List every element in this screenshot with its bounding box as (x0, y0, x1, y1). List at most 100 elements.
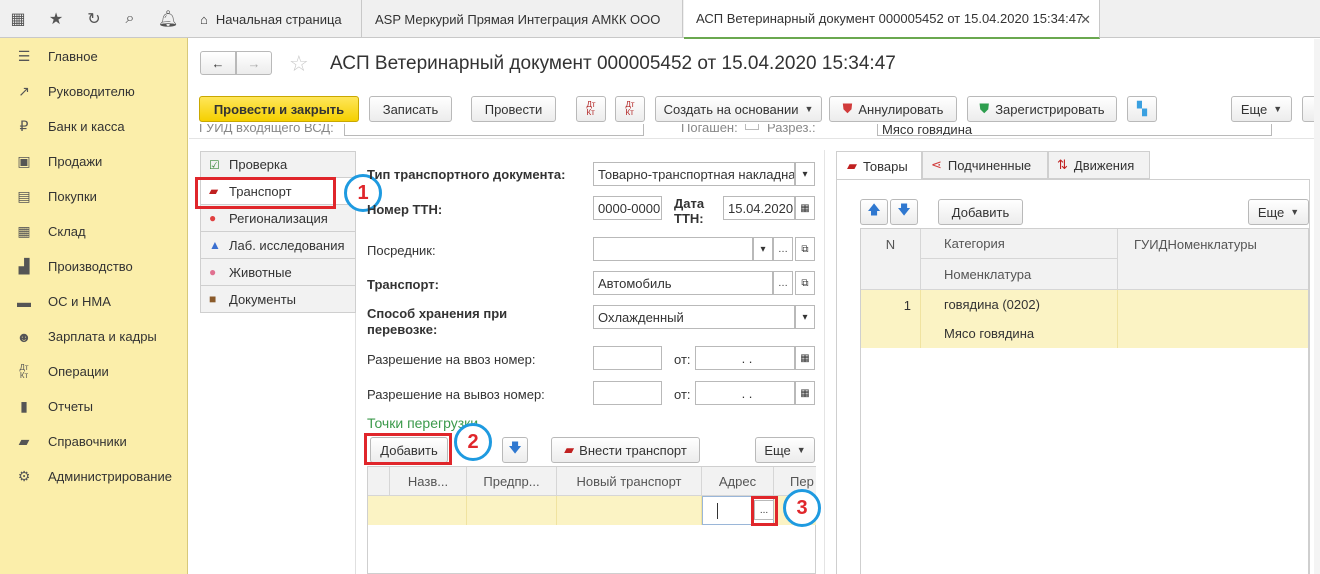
bell-icon[interactable]: 🔔︎ (150, 0, 186, 38)
panel-splitter[interactable] (824, 150, 825, 574)
transport-field[interactable]: Автомобиль (593, 271, 773, 295)
post-and-close-button[interactable]: Провести и закрыть (199, 96, 359, 122)
column-new-transport-header[interactable]: Новый транспорт (557, 467, 702, 496)
row-guid-cell[interactable] (1118, 290, 1308, 348)
favorite-star-icon[interactable]: ☆ (289, 51, 309, 77)
sidebar-item-assets[interactable]: ▬ ОС и НМА (0, 284, 188, 319)
ttn-date-field[interactable]: 15.04.2020 (723, 196, 795, 220)
paid-checkbox[interactable] (745, 124, 759, 130)
sidebar-item-sales[interactable]: ▣ Продажи (0, 144, 188, 179)
reload-more-button[interactable]: Еще ▼ (755, 437, 815, 463)
sections-divider (355, 313, 356, 574)
intermediary-select-button[interactable]: … (773, 237, 793, 261)
move-up-icon[interactable]: 🡅︎ (860, 199, 888, 225)
create-based-on-button[interactable]: Создать на основании ▼ (655, 96, 822, 122)
page-scrollbar[interactable] (1314, 39, 1320, 574)
sidebar-item-operations[interactable]: Дт Кт Операции (0, 354, 188, 389)
calendar-icon[interactable]: ▦ (795, 381, 815, 405)
sidebar-item-label: Производство (48, 259, 133, 274)
column-enterprise-header[interactable]: Предпр... (467, 467, 557, 496)
table-cell[interactable] (390, 496, 467, 525)
column-category-header[interactable]: Категория (921, 229, 1118, 259)
close-icon[interactable]: ✕ (1080, 12, 1091, 28)
sidebar-item-catalogs[interactable]: ▰ Справочники (0, 424, 188, 459)
row-category-cell[interactable]: говядина (0202) (921, 290, 1118, 319)
forward-button[interactable]: → (236, 51, 272, 75)
sidebar-item-production[interactable]: ▟ Производство (0, 249, 188, 284)
add-transport-button[interactable]: ▰ Внести транспорт (551, 437, 700, 463)
import-from-label: от: (674, 352, 691, 367)
save-button[interactable]: Записать (369, 96, 452, 122)
sidebar-item-reports[interactable]: ▮ Отчеты (0, 389, 188, 424)
sidebar-item-admin[interactable]: ⚙ Администрирование (0, 459, 188, 494)
sidebar-item-director[interactable]: ↗ Руководителю (0, 74, 188, 109)
sidebar-item-salary[interactable]: ☻ Зарплата и кадры (0, 319, 188, 354)
ttn-date-label: Дата ТТН: (674, 196, 705, 226)
more-button[interactable]: Еще ▼ (1231, 96, 1292, 122)
calendar-icon[interactable]: ▦ (795, 196, 815, 220)
back-button[interactable]: ← (200, 51, 236, 75)
dt-kt-icon: Дт Кт (19, 362, 29, 380)
history-icon[interactable]: ↻ (76, 0, 112, 38)
search-icon[interactable]: ⌕ (112, 0, 148, 38)
section-animals[interactable]: ● Животные (200, 259, 356, 286)
storage-method-dropdown-icon[interactable]: ▾ (795, 305, 815, 329)
section-label: Проверка (229, 157, 288, 172)
row-number-cell[interactable]: 1 (861, 290, 921, 348)
dt-kt-icon[interactable]: Дт Кт (576, 96, 606, 122)
section-lab-research[interactable]: ▲ Лаб. исследования (200, 232, 356, 259)
import-date-field[interactable]: . . (695, 346, 795, 370)
tab-home-label: Начальная страница (215, 11, 342, 27)
column-nomenclature-header[interactable]: Номенклатура (921, 259, 1118, 290)
doc-type-dropdown-icon[interactable]: ▾ (795, 162, 815, 186)
column-guid-header[interactable]: ГУИДНоменклатуры (1118, 229, 1308, 290)
move-down-icon[interactable]: 🡇︎ (502, 437, 528, 463)
open-link-icon[interactable]: ⧉ (795, 237, 815, 261)
dt-kt-report-icon[interactable]: Дт Кт (615, 96, 645, 122)
tab-goods[interactable]: ▰ Товары (836, 151, 922, 180)
paid-label: Погашен: (681, 124, 738, 135)
intermediary-field[interactable] (593, 237, 753, 261)
annul-button[interactable]: ⛊ Аннулировать (829, 96, 957, 122)
apps-grid-icon[interactable]: ▦ (0, 0, 36, 38)
intermediary-dropdown-icon[interactable]: ▾ (753, 237, 773, 261)
divider (189, 138, 1320, 139)
tab-subordinate[interactable]: ⋖ Подчиненные (922, 151, 1048, 179)
sidebar-item-main[interactable]: ☰ Главное (0, 39, 188, 74)
transport-select-button[interactable]: … (773, 271, 793, 295)
tab-home[interactable]: ⌂ Начальная страница (188, 0, 362, 38)
ttn-number-field[interactable]: 0000-00001 (593, 196, 662, 220)
sidebar-item-warehouse[interactable]: ▦ Склад (0, 214, 188, 249)
section-check[interactable]: ☑ Проверка (200, 151, 356, 178)
storage-method-field[interactable]: Охлажденный (593, 305, 795, 329)
colored-grid-icon[interactable]: ▚ (1127, 96, 1157, 122)
move-down-icon[interactable]: 🡇︎ (890, 199, 918, 225)
sidebar-item-bank[interactable]: ₽ Банк и касса (0, 109, 188, 144)
open-link-icon[interactable]: ⧉ (795, 271, 815, 295)
table-cell[interactable] (557, 496, 702, 525)
guid-incoming-field[interactable] (344, 124, 644, 136)
tab-movements[interactable]: ⇅ Движения (1048, 151, 1150, 179)
column-address-header[interactable]: Адрес (702, 467, 774, 496)
product-field[interactable]: Мясо говядина (877, 124, 1272, 136)
column-n-header[interactable]: N (861, 229, 921, 290)
row-nomenclature-cell[interactable]: Мясо говядина (921, 319, 1118, 348)
export-permit-field[interactable] (593, 381, 662, 405)
doc-type-label: Тип транспортного документа: (367, 167, 566, 182)
post-button[interactable]: Провести (471, 96, 556, 122)
goods-more-button[interactable]: Еще ▼ (1248, 199, 1309, 225)
table-cell[interactable] (467, 496, 557, 525)
doc-type-field[interactable]: Товарно-транспортная накладная (593, 162, 795, 186)
calendar-icon[interactable]: ▦ (795, 346, 815, 370)
sidebar-item-purchases[interactable]: ▤ Покупки (0, 179, 188, 214)
import-permit-field[interactable] (593, 346, 662, 370)
tab-mercury-integration[interactable]: ASP Меркурий Прямая Интеграция АМКК ООО (363, 0, 683, 38)
register-button[interactable]: ⛊ Зарегистрировать (967, 96, 1117, 122)
export-date-field[interactable]: . . (695, 381, 795, 405)
goods-add-button[interactable]: Добавить (938, 199, 1023, 225)
tab-vet-document[interactable]: АСП Ветеринарный документ 000005452 от 1… (684, 0, 1100, 39)
section-documents[interactable]: ■ Документы (200, 286, 356, 313)
star-icon[interactable]: ★ (38, 0, 74, 38)
section-regionalization[interactable]: ● Регионализация (200, 205, 356, 232)
column-name-header[interactable]: Назв... (390, 467, 467, 496)
